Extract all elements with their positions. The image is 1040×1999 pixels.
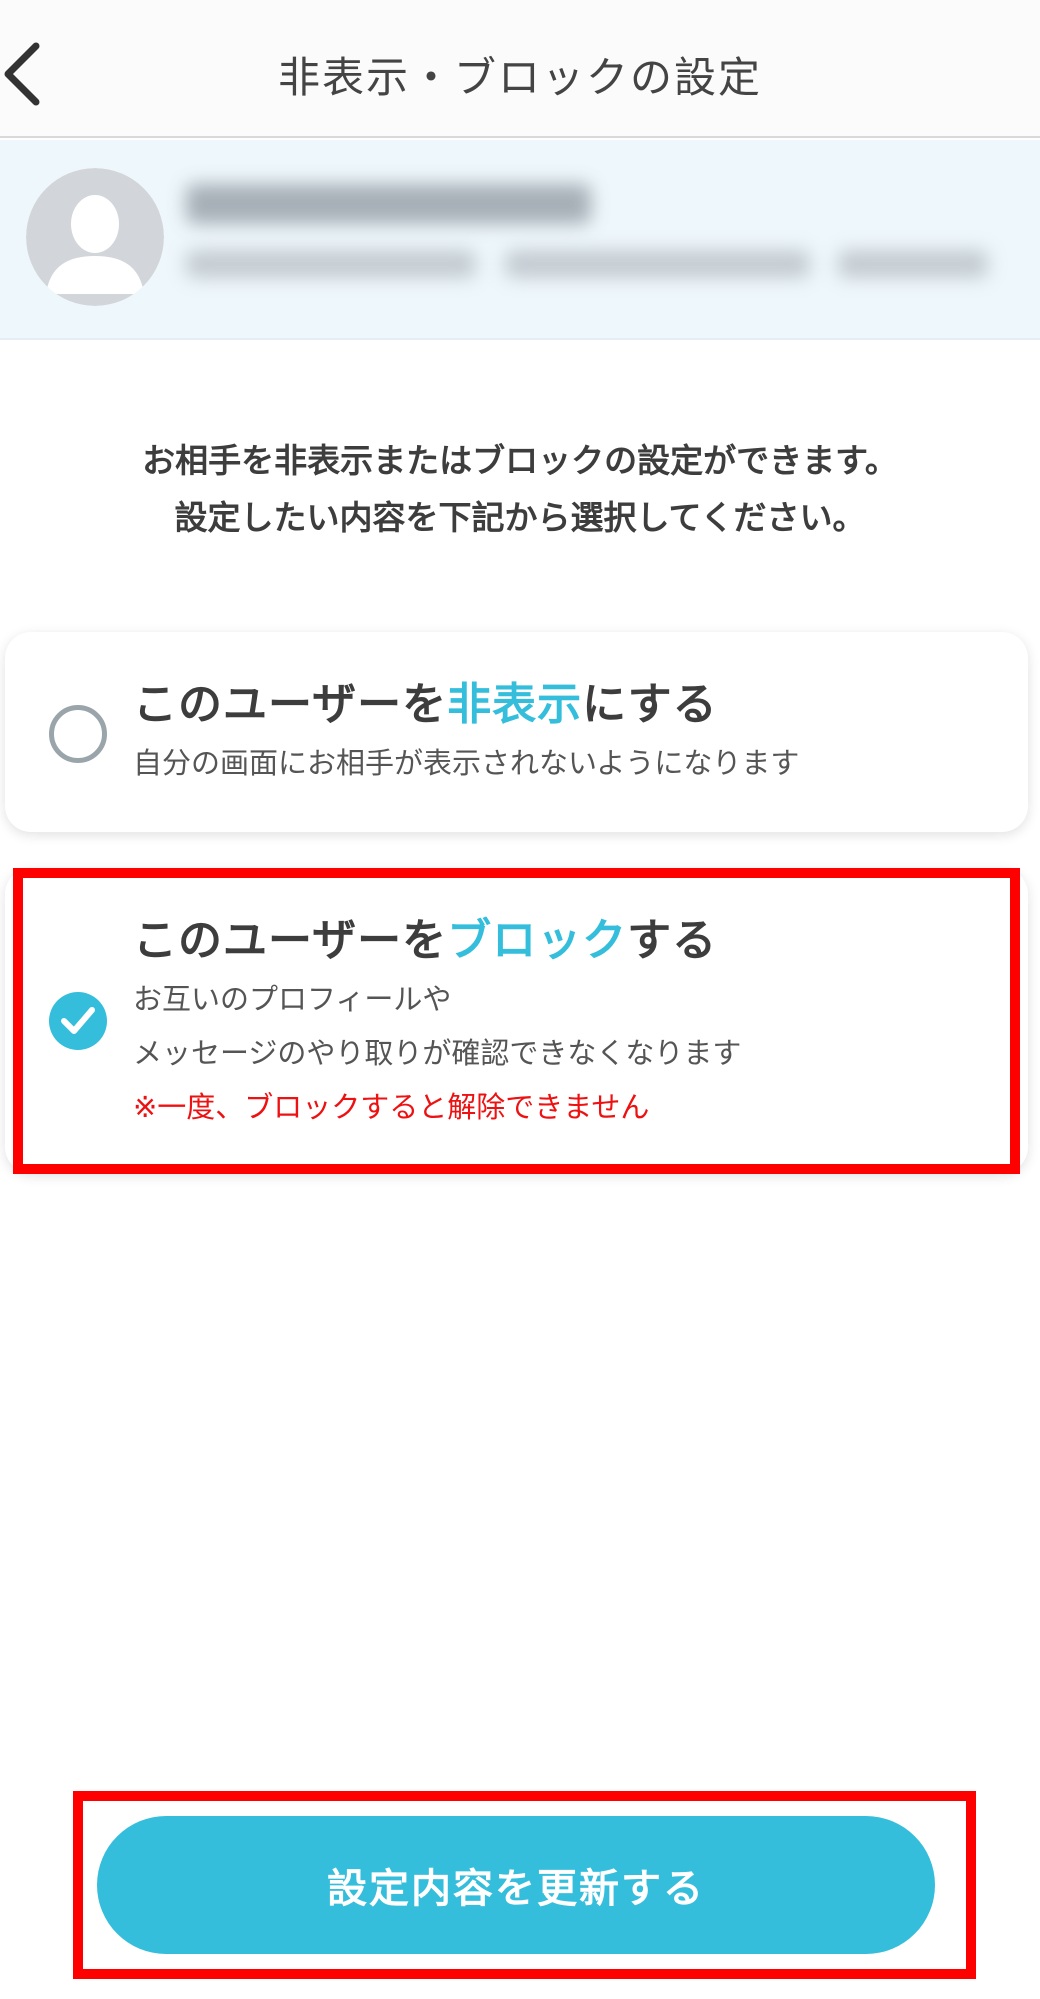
update-settings-button[interactable]: 設定内容を更新する <box>97 1816 935 1954</box>
user-profile-card <box>0 140 1040 340</box>
option-description: メッセージのやり取りが確認できなくなります <box>133 1036 742 1070</box>
option-title-accent: ブロック <box>447 915 628 966</box>
option-title-suffix: にする <box>582 679 718 730</box>
user-silhouette-icon <box>26 168 164 306</box>
blurred-user-info <box>838 250 988 278</box>
instruction-line: 設定したい内容を下記から選択してください。 <box>174 498 866 537</box>
avatar <box>26 168 164 306</box>
instruction-line: お相手を非表示またはブロックの設定ができます。 <box>142 441 898 480</box>
blurred-user-info <box>505 250 810 278</box>
option-title: このユーザーを非表示にする <box>133 668 718 732</box>
hide-user-option[interactable]: このユーザーを非表示にする 自分の画面にお相手が表示されないようになります <box>5 632 1028 832</box>
radio-unchecked-icon[interactable] <box>49 705 107 763</box>
option-title-suffix: する <box>627 915 718 966</box>
option-description: お互いのプロフィールや <box>133 982 452 1016</box>
option-description: 自分の画面にお相手が表示されないようになります <box>133 746 800 780</box>
header-bar: 非表示・ブロックの設定 <box>0 0 1040 138</box>
option-title: このユーザーをブロックする <box>133 904 717 968</box>
page-title: 非表示・ブロックの設定 <box>277 53 762 102</box>
radio-checked-icon[interactable] <box>49 992 107 1050</box>
blurred-user-info <box>186 250 476 278</box>
checkmark-icon <box>61 1007 95 1034</box>
instruction-text: お相手を非表示またはブロックの設定ができます。 設定したい内容を下記から選択して… <box>0 432 1040 546</box>
block-warning-text: ※一度、ブロックすると解除できません <box>133 1090 650 1124</box>
option-title-accent: 非表示 <box>447 679 583 730</box>
option-title-prefix: このユーザーを <box>133 679 448 730</box>
option-title-prefix: このユーザーを <box>133 915 448 966</box>
block-user-option[interactable]: このユーザーをブロックする お互いのプロフィールや メッセージのやり取りが確認で… <box>5 868 1028 1173</box>
blurred-username <box>186 184 591 224</box>
